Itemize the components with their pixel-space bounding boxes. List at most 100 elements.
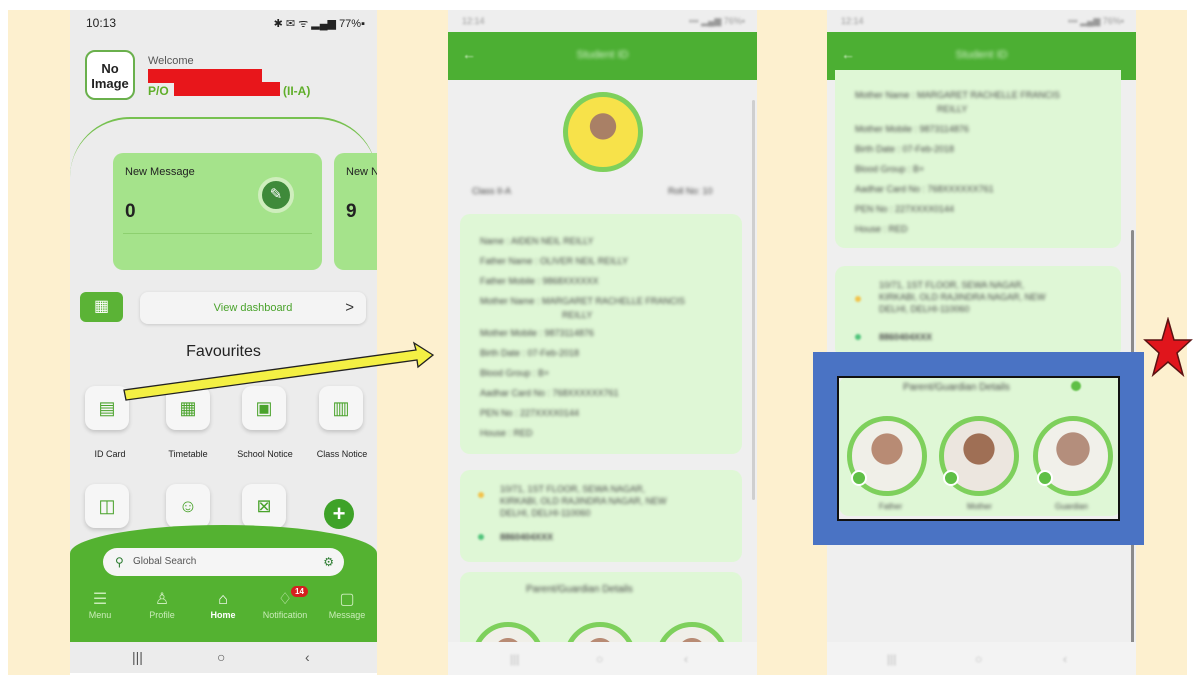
welcome-text: Welcome	[148, 55, 194, 67]
detail-row: Name : AIDEN NEIL REILLY	[480, 236, 594, 246]
detail-row: House : RED	[855, 224, 908, 234]
bottom-bar	[70, 525, 377, 642]
detail-row: House : RED	[480, 428, 533, 438]
new-notification-card[interactable]: New N 9	[334, 153, 377, 270]
phone-number: 8860404XXX	[879, 332, 933, 342]
status-icons: ✱ ✉ ᯤ ▂▄▆ 77%▪	[273, 18, 365, 30]
search-input[interactable]: ⚲ Global Search ⚙	[103, 548, 344, 576]
class-notice-icon[interactable]: ▥	[319, 386, 363, 430]
favourite-label: ID Card	[94, 449, 126, 459]
address-line: 10/71, 1ST FLOOR, SEWA NAGAR,	[879, 280, 1025, 290]
status-time: 12:14	[462, 16, 485, 26]
home-button-icon[interactable]: ○	[596, 652, 603, 666]
notification-badge: 14	[291, 586, 308, 597]
nav-label: Profile	[149, 610, 175, 620]
person-icon: ♙	[154, 591, 170, 608]
redacted-name-bar	[148, 69, 262, 83]
detail-row: Aadhar Card No : 768XXXXXX761	[855, 184, 994, 194]
header-title: Student ID	[955, 49, 1008, 61]
nav-label: Home	[210, 610, 236, 620]
student-details-card: Name : AIDEN NEIL REILLY Father Name : O…	[460, 214, 742, 454]
address-card: 10/71, 1ST FLOOR, SEWA NAGAR, KIRKABI, O…	[460, 470, 742, 562]
location-icon	[478, 492, 484, 498]
recents-icon[interactable]: |||	[887, 652, 896, 666]
phone-icon	[855, 334, 861, 340]
detail-row: PEN No : 227XXXX0144	[480, 408, 580, 418]
nav-menu[interactable]: ☰ Menu	[70, 590, 130, 620]
redacted-student-bar	[174, 82, 280, 96]
system-nav-bar: ||| ○ ‹	[70, 642, 377, 673]
add-favourite-button[interactable]: +	[324, 499, 354, 529]
highlight-frame	[813, 352, 1144, 545]
detail-row: REILLY	[937, 104, 968, 114]
guardian-card: Parent/Guardian Details	[460, 572, 742, 675]
new-message-card[interactable]: New Message 0 ✎	[113, 153, 322, 270]
view-dashboard-label: View dashboard	[213, 302, 293, 314]
status-time: 12:14	[841, 16, 864, 26]
address-line: DELHI, DELHI-110060	[500, 508, 591, 518]
detail-row: Father Mobile : 9868XXXXXX	[480, 276, 599, 286]
status-bar: 12:14 ▪▪▪ ▂▄▆ 76%▪	[448, 10, 757, 32]
detail-row: Birth Date : 07-Feb-2018	[480, 348, 580, 358]
detail-row: Father Name : OLIVER NEIL REILLY	[480, 256, 629, 266]
home-button-icon[interactable]: ○	[975, 652, 982, 666]
home-button-icon[interactable]: ○	[217, 649, 225, 665]
favourites-title: Favourites	[186, 343, 261, 360]
nav-home[interactable]: ⌂ Home	[193, 590, 253, 620]
guardian-title: Parent/Guardian Details	[526, 584, 633, 595]
scrollbar[interactable]	[752, 100, 755, 500]
back-icon[interactable]: ‹	[1063, 652, 1067, 666]
view-dashboard-button[interactable]: View dashboard >	[140, 292, 366, 324]
address-line: KIRKABI, OLD RAJINDRA NAGAR, NEW	[500, 496, 667, 506]
document-icon[interactable]: ◫	[85, 484, 129, 528]
card-count: 9	[346, 201, 357, 222]
card-count: 0	[125, 201, 136, 222]
id-card-icon[interactable]: ▤	[85, 386, 129, 430]
address-line: KIRKABI, OLD RAJINDRA NAGAR, NEW	[879, 292, 1046, 302]
background-panel-left	[8, 10, 70, 675]
nav-label: Message	[328, 610, 366, 620]
detail-row: REILLY	[562, 310, 593, 320]
recents-icon[interactable]: |||	[510, 652, 519, 666]
nav-profile[interactable]: ♙ Profile	[132, 590, 192, 620]
roll-line: Roll No: 10	[668, 186, 713, 196]
student-details-card: Mother Name : MARGARET RACHELLE FRANCIS …	[835, 70, 1121, 248]
background-panel-mid-2	[756, 10, 828, 675]
message-illustration-icon: ✎	[258, 177, 294, 213]
grid-icon[interactable]: ▦	[80, 292, 123, 322]
timetable-icon[interactable]: ▦	[166, 386, 210, 430]
student-id-screen: 12:14 ▪▪▪ ▂▄▆ 76%▪ ← Student ID Class II…	[448, 10, 757, 675]
detail-row: Aadhar Card No : 768XXXXXX761	[480, 388, 619, 398]
location-icon	[855, 296, 861, 302]
card-label: New Message	[125, 166, 195, 178]
detail-row: PEN No : 227XXXX0144	[855, 204, 955, 214]
avatar[interactable]: No Image	[85, 50, 135, 100]
school-notice-icon[interactable]: ▣	[242, 386, 286, 430]
background-panel-mid-1	[377, 10, 449, 675]
status-bar: 10:13 ✱ ✉ ᯤ ▂▄▆ 77%▪	[70, 10, 377, 36]
address-line: DELHI, DELHI-110060	[879, 304, 970, 314]
gear-icon[interactable]: ⚙	[323, 548, 334, 576]
calendar-x-icon[interactable]: ⊠	[242, 484, 286, 528]
nav-message[interactable]: ▢ Message	[317, 590, 377, 620]
nav-label: Menu	[88, 610, 112, 620]
header-title: Student ID	[576, 49, 629, 61]
search-icon: ⚲	[115, 555, 124, 569]
system-nav-bar: ||| ○ ‹	[448, 642, 757, 675]
detail-row: Blood Group : B+	[855, 164, 925, 174]
address-card: 10/71, 1ST FLOOR, SEWA NAGAR, KIRKABI, O…	[835, 266, 1121, 358]
detail-row: Blood Group : B+	[480, 368, 550, 378]
student-id-screen-scrolled: 12:14 ▪▪▪ ▂▄▆ 76%▪ ← Student ID Mother N…	[827, 10, 1136, 675]
back-icon[interactable]: ‹	[684, 652, 688, 666]
student-photo	[563, 92, 643, 172]
system-nav-bar: ||| ○ ‹	[827, 642, 1136, 675]
favourite-label: Timetable	[168, 449, 208, 459]
avatar-placeholder-text: No Image	[91, 61, 129, 91]
status-bar: 12:14 ▪▪▪ ▂▄▆ 76%▪	[827, 10, 1136, 32]
user-switch-icon[interactable]: ☺	[166, 484, 210, 528]
recents-icon[interactable]: |||	[132, 649, 143, 665]
back-icon[interactable]: ‹	[305, 649, 310, 665]
status-icons: ▪▪▪ ▂▄▆ 76%▪	[1068, 16, 1124, 26]
phone-icon	[478, 534, 484, 540]
nav-notification[interactable]: ♢ 14 Notification	[255, 586, 315, 620]
